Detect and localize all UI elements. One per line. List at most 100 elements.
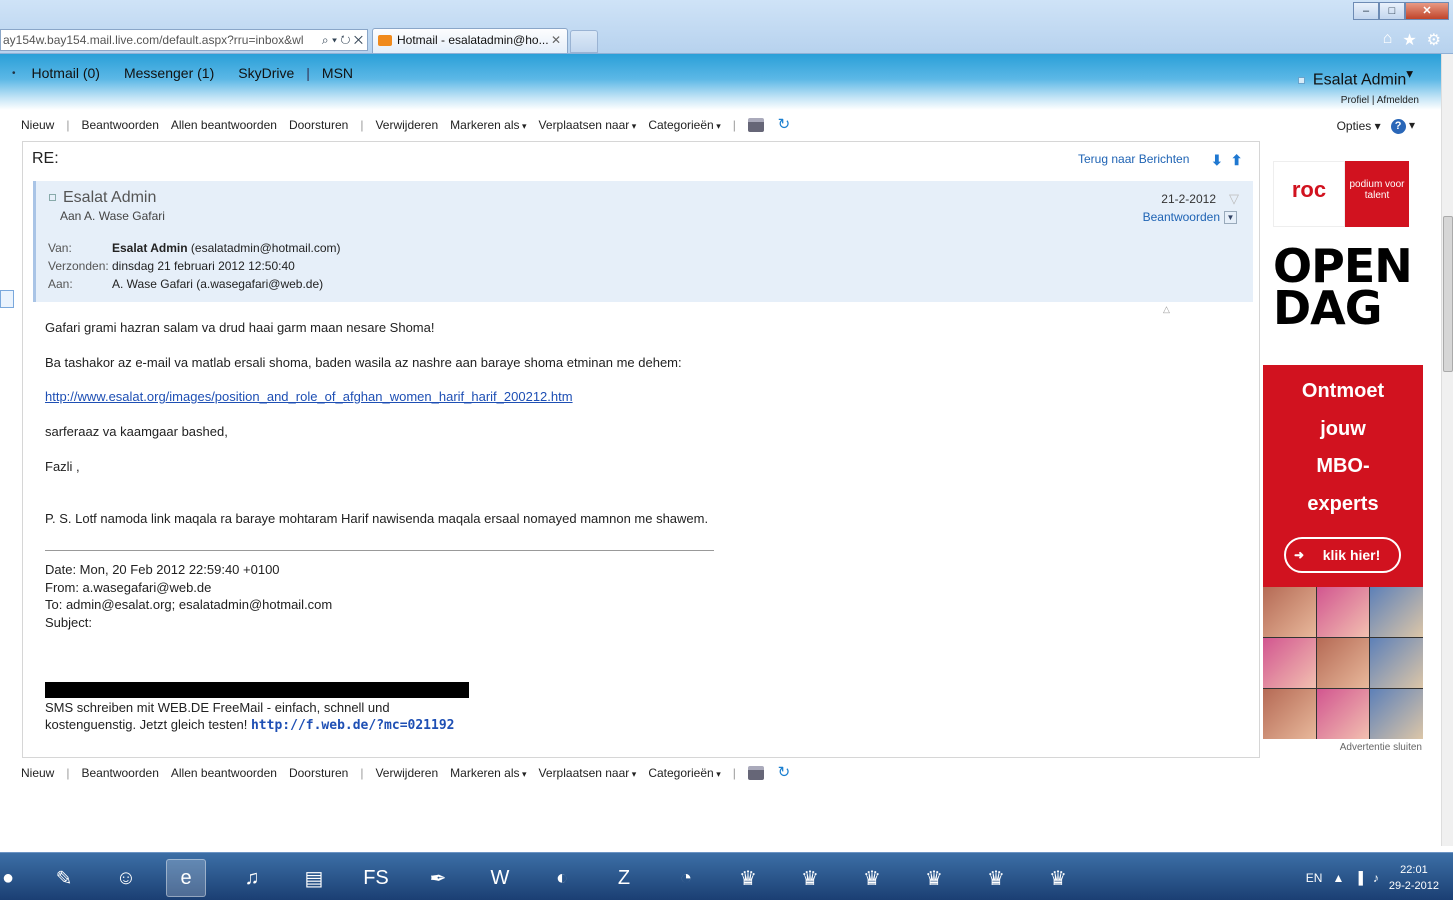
move-to-menu[interactable]: Verplaatsen naar bbox=[533, 118, 643, 132]
reply-all-button[interactable]: Allen beantwoorden bbox=[165, 766, 283, 780]
emblem-window-icon[interactable]: ♛ bbox=[1038, 859, 1078, 897]
folder-icon[interactable]: ▤ bbox=[294, 859, 334, 897]
maximize-button[interactable]: □ bbox=[1379, 2, 1405, 20]
minimize-button[interactable]: – bbox=[1353, 2, 1379, 20]
firefox-icon[interactable]: ● bbox=[0, 859, 28, 897]
favorites-icon[interactable]: ★ bbox=[1402, 30, 1416, 50]
windows-taskbar: ● ✎ ☺ e ♫ ▤ FS ✒ W ◐ Z ◔ ♛ ♛ ♛ ♛ ♛ ♛ EN … bbox=[0, 852, 1453, 900]
message-toolbar-top: Nieuw | Beantwoorden Allen beantwoorden D… bbox=[0, 114, 798, 136]
refresh-icon[interactable]: ↻ bbox=[776, 117, 792, 132]
new-tab-button[interactable] bbox=[570, 30, 598, 53]
clock-time: 22:01 bbox=[1400, 864, 1428, 876]
advertisement[interactable]: roc podium voor talent OPEN DAG Ontmoet … bbox=[1263, 141, 1423, 739]
previous-message-icon[interactable]: ⬆ bbox=[1231, 152, 1243, 169]
ad-slogan: Ontmoet jouw MBO- experts bbox=[1263, 365, 1423, 523]
reply-button[interactable]: Beantwoorden bbox=[75, 766, 164, 780]
close-tab-icon[interactable]: ✕ bbox=[551, 29, 561, 52]
nav-hotmail[interactable]: Hotmail (0) bbox=[20, 65, 112, 81]
user-menu[interactable]: Esalat Admin▾ bbox=[1297, 66, 1413, 89]
to-value[interactable]: A. Wase Gafari (a.wasegafari@web.de) bbox=[112, 277, 323, 295]
profile-link[interactable]: Profiel bbox=[1341, 95, 1369, 106]
internet-explorer-icon[interactable]: e bbox=[166, 859, 206, 897]
paint-icon[interactable]: ✎ bbox=[44, 859, 84, 897]
back-to-messages-link[interactable]: Terug naar Berichten bbox=[1078, 152, 1189, 166]
address-tools[interactable]: ⌕ ▾ ↻ ✕ bbox=[321, 30, 363, 50]
close-ad-link[interactable]: Advertentie sluiten bbox=[1340, 742, 1422, 753]
emblem-window-icon[interactable]: ♛ bbox=[976, 859, 1016, 897]
print-icon[interactable] bbox=[747, 766, 764, 780]
next-message-icon[interactable]: ⬇ bbox=[1211, 152, 1223, 169]
browser-tab-hotmail[interactable]: Hotmail - esalatadmin@ho... ✕ bbox=[372, 28, 568, 53]
new-button[interactable]: Nieuw bbox=[21, 118, 60, 132]
ad-photo bbox=[1263, 689, 1316, 739]
emblem-window-icon[interactable]: ♛ bbox=[914, 859, 954, 897]
ad-photo bbox=[1316, 638, 1370, 688]
flag-icon[interactable]: ▽ bbox=[1229, 191, 1239, 207]
collapse-header-icon[interactable]: △ bbox=[1163, 304, 1170, 315]
move-to-menu[interactable]: Verplaatsen naar bbox=[533, 766, 643, 780]
system-tray: EN ▲ ▐ ♪ 22:01 29-2-2012 bbox=[1306, 859, 1439, 897]
scrollbar-thumb[interactable] bbox=[1443, 216, 1453, 372]
users-icon[interactable]: ☺ bbox=[106, 859, 146, 897]
from-name[interactable]: Esalat Admin bbox=[112, 241, 188, 255]
quoted-subject: Subject: bbox=[45, 614, 92, 630]
emblem-window-icon[interactable]: ♛ bbox=[728, 859, 768, 897]
vertical-scrollbar[interactable] bbox=[1441, 54, 1453, 846]
refresh-icon[interactable]: ↻ bbox=[340, 33, 350, 47]
categories-menu[interactable]: Categorieën bbox=[642, 118, 726, 132]
language-indicator[interactable]: EN bbox=[1306, 871, 1323, 885]
signout-link[interactable]: Afmelden bbox=[1377, 95, 1419, 106]
nav-skydrive[interactable]: SkyDrive bbox=[226, 65, 306, 81]
user-name: Esalat Admin bbox=[1312, 71, 1407, 89]
mark-as-menu[interactable]: Markeren als bbox=[444, 766, 532, 780]
clock[interactable]: 22:01 29-2-2012 bbox=[1389, 862, 1439, 894]
podium-badge: podium voor talent bbox=[1345, 161, 1409, 227]
new-button[interactable]: Nieuw bbox=[21, 766, 60, 780]
emblem-window-icon[interactable]: ♛ bbox=[852, 859, 892, 897]
reply-dropdown[interactable]: Beantwoorden ▼ bbox=[1143, 210, 1237, 225]
options-menu[interactable]: Opties ▾ bbox=[1337, 119, 1381, 133]
search-icon[interactable]: ⌕ bbox=[322, 33, 329, 47]
quoted-to: To: admin@esalat.org; esalatadmin@hotmai… bbox=[45, 597, 333, 612]
ccleaner-icon[interactable]: ◔ bbox=[666, 859, 706, 897]
help-menu[interactable]: ? ▾ bbox=[1390, 118, 1415, 134]
network-icon[interactable]: ▐ bbox=[1354, 871, 1363, 885]
user-links: Profiel | Afmelden bbox=[1340, 95, 1419, 106]
pen-tool-icon[interactable]: ✒ bbox=[418, 859, 458, 897]
signature-link[interactable]: http://f.web.de/?mc=021192 bbox=[251, 718, 455, 733]
volume-icon[interactable]: ♪ bbox=[1373, 871, 1379, 885]
filezilla-icon[interactable]: Z bbox=[604, 859, 644, 897]
caret-down-icon[interactable]: ▼ bbox=[1224, 211, 1237, 225]
sender[interactable]: Esalat Admin bbox=[49, 189, 156, 207]
print-icon[interactable] bbox=[747, 118, 764, 132]
address-bar[interactable]: ay154w.bay154.mail.live.com/default.aspx… bbox=[0, 29, 368, 51]
folder-pane-edge[interactable] bbox=[0, 290, 14, 308]
ad-photo bbox=[1370, 638, 1423, 688]
stop-icon[interactable]: ✕ bbox=[354, 33, 363, 47]
refresh-icon[interactable]: ↻ bbox=[776, 765, 792, 780]
ad-cta-button[interactable]: klik hier! bbox=[1284, 537, 1401, 573]
reply-button[interactable]: Beantwoorden bbox=[75, 118, 164, 132]
ad-photo bbox=[1316, 689, 1370, 739]
categories-menu[interactable]: Categorieën bbox=[642, 766, 726, 780]
options-label: Opties bbox=[1336, 119, 1372, 133]
delete-button[interactable]: Verwijderen bbox=[369, 118, 444, 132]
close-window-button[interactable]: ✕ bbox=[1405, 2, 1449, 20]
word-icon[interactable]: W bbox=[480, 859, 520, 897]
nav-msn[interactable]: MSN bbox=[310, 65, 365, 81]
forward-button[interactable]: Doorsturen bbox=[283, 766, 354, 780]
nav-messenger[interactable]: Messenger (1) bbox=[112, 65, 226, 81]
delete-button[interactable]: Verwijderen bbox=[369, 766, 444, 780]
article-link[interactable]: http://www.esalat.org/images/position_an… bbox=[45, 389, 573, 404]
show-hidden-icons-icon[interactable]: ▲ bbox=[1332, 871, 1344, 885]
dropdown-icon[interactable]: ▾ bbox=[332, 33, 337, 47]
media-icon[interactable]: ◐ bbox=[542, 859, 582, 897]
gear-icon[interactable]: ⚙ bbox=[1427, 30, 1441, 50]
home-icon[interactable]: ⌂ bbox=[1383, 30, 1393, 50]
forward-button[interactable]: Doorsturen bbox=[283, 118, 354, 132]
emblem-window-icon[interactable]: ♛ bbox=[790, 859, 830, 897]
reply-all-button[interactable]: Allen beantwoorden bbox=[165, 118, 283, 132]
mark-as-menu[interactable]: Markeren als bbox=[444, 118, 532, 132]
fs-app-icon[interactable]: FS bbox=[356, 859, 396, 897]
headphones-icon[interactable]: ♫ bbox=[232, 859, 272, 897]
